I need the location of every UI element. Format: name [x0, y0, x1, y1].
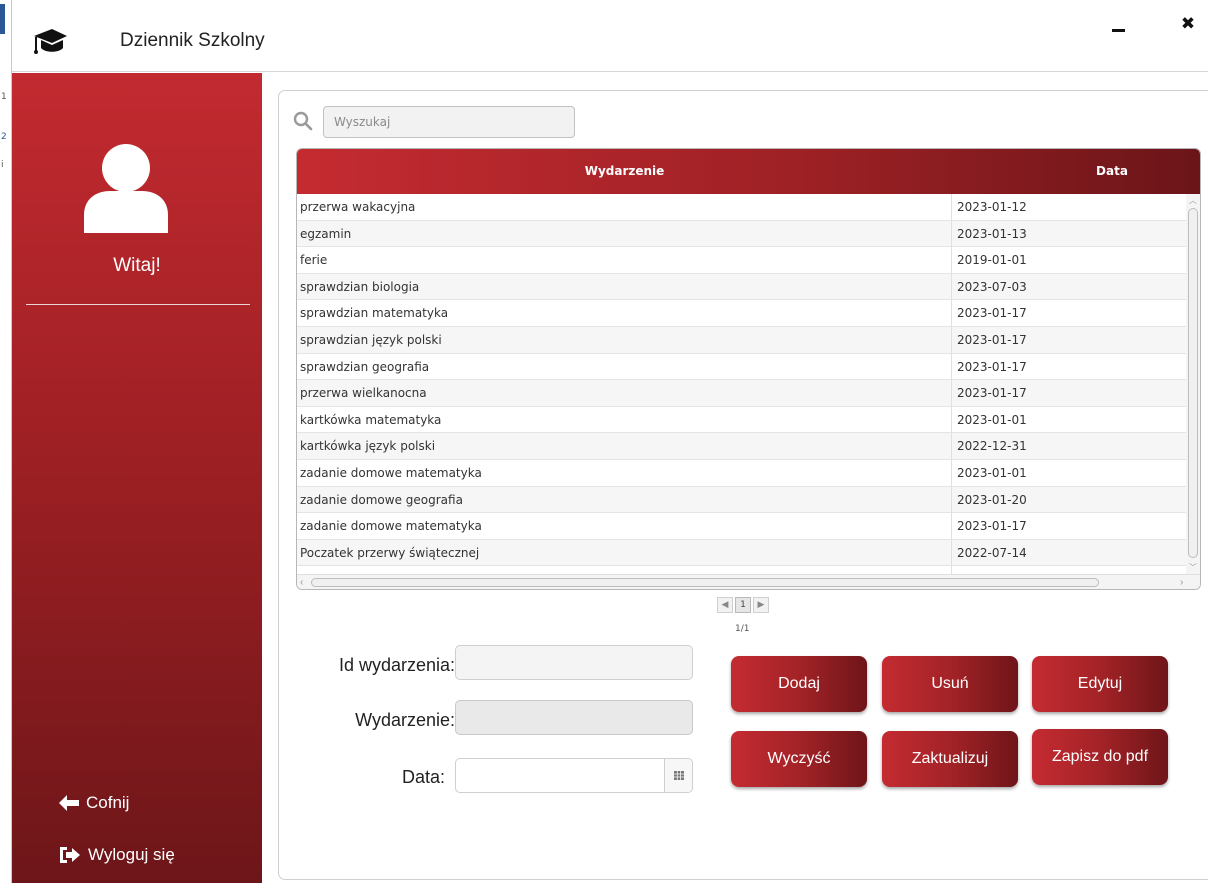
calendar-icon — [674, 771, 684, 780]
arrow-left-icon — [59, 795, 79, 811]
table-row-empty — [297, 566, 1186, 574]
date-field[interactable] — [455, 758, 693, 793]
date-cell[interactable]: 2022-07-14 — [952, 540, 1186, 566]
table-row[interactable]: zadanie domowe matematyka 2023-01-17 — [297, 513, 1186, 540]
prev-page-button[interactable]: ◀ — [717, 597, 733, 613]
event-cell[interactable]: ferie — [297, 247, 952, 274]
logout-link[interactable]: Wyloguj się — [58, 845, 175, 865]
save-pdf-button[interactable]: Zapisz do pdf — [1032, 729, 1168, 785]
event-cell[interactable]: sprawdzian matematyka — [297, 300, 952, 327]
scroll-up-icon[interactable]: ︿ — [1189, 195, 1197, 206]
events-table: Wydarzenie Data przerwa wakacyjna 2023-01… — [296, 148, 1201, 590]
column-header-event[interactable]: Wydarzenie — [297, 149, 952, 194]
table-body: przerwa wakacyjna 2023-01-12 egzamin 2023-0… — [297, 194, 1186, 574]
event-cell[interactable]: kartkówka język polski — [297, 433, 952, 460]
event-cell[interactable]: zadanie domowe geografia — [297, 486, 952, 513]
page-info: 1/1 — [735, 624, 750, 634]
date-cell[interactable]: 2023-01-17 — [952, 300, 1186, 326]
close-button[interactable]: ✖ — [1176, 12, 1200, 36]
date-cell[interactable]: 2023-01-01 — [952, 460, 1186, 486]
scroll-left-icon[interactable]: ‹ — [300, 575, 303, 589]
date-cell[interactable]: 2023-01-13 — [952, 221, 1186, 247]
date-cell[interactable]: 2023-01-17 — [952, 327, 1186, 353]
edge-fragment: 1 — [1, 92, 7, 102]
table-row[interactable]: sprawdzian język polski 2023-01-17 — [297, 326, 1186, 354]
table-row[interactable]: kartkówka matematyka 2023-01-01 — [297, 406, 1186, 434]
vertical-scrollbar[interactable]: ︿ ﹀ — [1186, 194, 1200, 574]
table-row[interactable]: Poczatek przerwy świątecznej 2022-07-14 — [297, 539, 1186, 567]
event-cell[interactable]: Poczatek przerwy świątecznej — [297, 539, 952, 566]
horizontal-scrollbar[interactable]: ‹ › — [297, 574, 1200, 589]
edge-fragment: 2 — [1, 132, 7, 142]
event-cell[interactable]: egzamin — [297, 220, 952, 247]
scroll-right-icon[interactable]: › — [1180, 575, 1183, 589]
back-label: Cofnij — [86, 793, 130, 812]
table-row[interactable]: sprawdzian geografia 2023-01-17 — [297, 353, 1186, 381]
event-cell[interactable]: kartkówka matematyka — [297, 406, 952, 433]
column-header-date[interactable]: Data — [952, 149, 1200, 194]
clear-button[interactable]: Wyczyść — [731, 731, 867, 787]
table-header: Wydarzenie Data — [297, 149, 1200, 194]
event-field[interactable] — [455, 700, 693, 735]
scroll-down-icon[interactable]: ﹀ — [1189, 562, 1197, 573]
date-cell[interactable]: 2023-01-01 — [952, 407, 1186, 433]
date-cell[interactable]: 2023-01-12 — [952, 194, 1186, 220]
event-cell[interactable]: zadanie domowe matematyka — [297, 459, 952, 486]
id-label: Id wydarzenia: — [338, 655, 455, 675]
minimize-button[interactable] — [1108, 14, 1130, 36]
event-cell — [297, 566, 952, 574]
date-cell[interactable]: 2023-01-20 — [952, 487, 1186, 513]
date-cell[interactable]: 2023-01-17 — [952, 513, 1186, 539]
background-window-accent — [0, 4, 5, 34]
horizontal-scroll-thumb[interactable] — [311, 578, 1099, 587]
date-cell[interactable]: 2023-07-03 — [952, 274, 1186, 300]
pagination: ◀ 1 ▶ — [717, 597, 769, 613]
sign-out-icon — [60, 847, 80, 863]
date-cell[interactable]: 2023-01-17 — [952, 354, 1186, 380]
table-row[interactable]: egzamin 2023-01-13 — [297, 220, 1186, 248]
event-cell[interactable]: przerwa wakacyjna — [297, 194, 952, 220]
table-row[interactable]: przerwa wakacyjna 2023-01-12 — [297, 194, 1186, 221]
window-title: Dziennik Szkolny — [120, 30, 265, 51]
event-cell[interactable]: sprawdzian język polski — [297, 326, 952, 353]
logout-label: Wyloguj się — [88, 845, 175, 864]
welcome-text: Witaj! — [113, 255, 161, 276]
event-cell[interactable]: przerwa wielkanocna — [297, 380, 952, 407]
search-icon — [293, 111, 313, 131]
edge-fragment: i — [1, 160, 4, 170]
date-label: Data: — [401, 767, 445, 787]
date-cell[interactable]: 2023-01-17 — [952, 380, 1186, 406]
table-row[interactable]: sprawdzian matematyka 2023-01-17 — [297, 300, 1186, 327]
date-picker-button[interactable] — [664, 759, 692, 792]
sidebar: Witaj! Cofnij Wyloguj się — [12, 73, 262, 883]
background-window-edge: 1 2 i — [0, 0, 12, 883]
table-row[interactable]: kartkówka język polski 2022-12-31 — [297, 433, 1186, 460]
date-cell[interactable]: 2022-12-31 — [952, 433, 1186, 459]
delete-button[interactable]: Usuń — [882, 656, 1018, 712]
back-link[interactable]: Cofnij — [58, 793, 129, 813]
table-row[interactable]: zadanie domowe matematyka 2023-01-01 — [297, 459, 1186, 487]
user-icon — [84, 144, 168, 233]
vertical-scroll-thumb[interactable] — [1188, 208, 1198, 558]
event-cell[interactable]: zadanie domowe matematyka — [297, 513, 952, 540]
table-row[interactable]: ferie 2019-01-01 — [297, 247, 1186, 274]
search-input[interactable] — [323, 106, 575, 138]
table-row[interactable]: zadanie domowe geografia 2023-01-20 — [297, 486, 1186, 514]
sidebar-divider — [26, 304, 250, 305]
event-cell[interactable]: sprawdzian geografia — [297, 353, 952, 380]
update-button[interactable]: Zaktualizuj — [882, 731, 1018, 787]
add-button[interactable]: Dodaj — [731, 656, 867, 712]
page-button[interactable]: 1 — [735, 597, 751, 613]
graduation-cap-icon — [34, 29, 67, 54]
main-panel: Wydarzenie Data przerwa wakacyjna2023-01… — [278, 90, 1208, 880]
next-page-button[interactable]: ▶ — [753, 597, 769, 613]
title-bar: Dziennik Szkolny ✖ — [12, 0, 1208, 72]
table-row[interactable]: przerwa wielkanocna 2023-01-17 — [297, 380, 1186, 407]
id-field[interactable] — [455, 645, 693, 680]
table-row[interactable]: sprawdzian biologia 2023-07-03 — [297, 273, 1186, 301]
event-cell[interactable]: sprawdzian biologia — [297, 273, 952, 300]
event-label: Wydarzenie: — [355, 710, 455, 730]
edit-button[interactable]: Edytuj — [1032, 656, 1168, 712]
date-cell[interactable]: 2019-01-01 — [952, 247, 1186, 273]
